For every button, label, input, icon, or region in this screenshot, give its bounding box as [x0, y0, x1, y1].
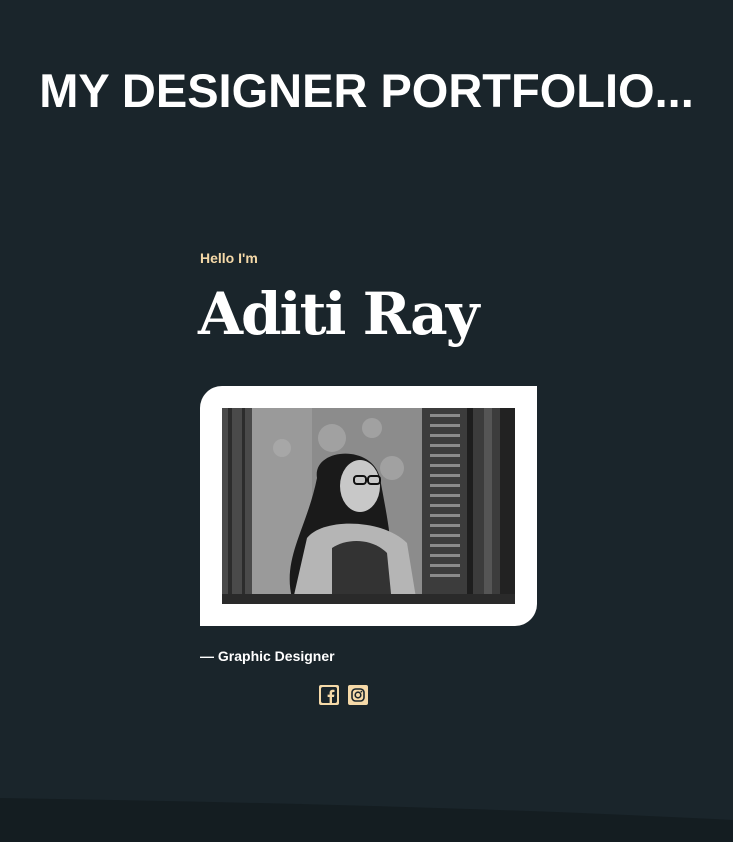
bottom-divider — [0, 798, 733, 842]
instagram-link[interactable] — [348, 685, 368, 705]
social-links — [319, 685, 368, 705]
role-text: — Graphic Designer — [200, 648, 335, 664]
greeting-text: Hello I'm — [200, 250, 258, 266]
profile-photo — [222, 408, 515, 604]
instagram-icon — [351, 688, 365, 702]
facebook-icon — [321, 687, 337, 703]
facebook-link[interactable] — [319, 685, 339, 705]
page-title: MY DESIGNER PORTFOLIO... — [39, 64, 694, 117]
photo-frame — [200, 386, 537, 626]
hero-name: Aditi Ray — [198, 280, 479, 348]
